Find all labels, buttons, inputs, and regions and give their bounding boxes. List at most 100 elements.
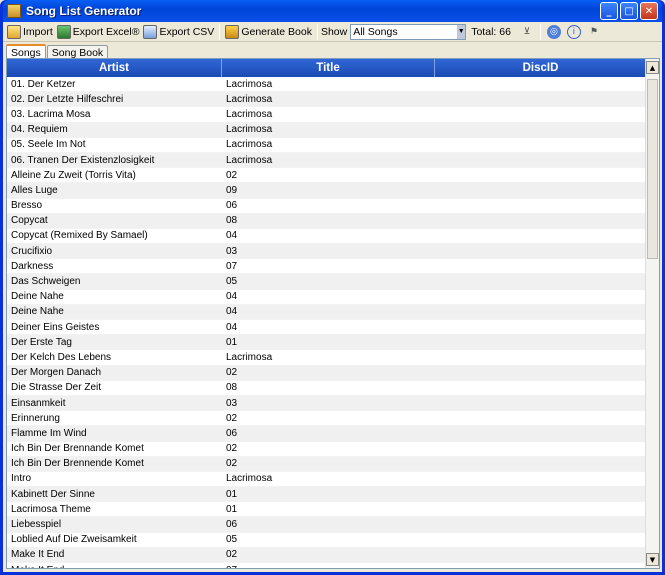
title-cell: 07 <box>226 260 238 272</box>
grid-rows: 01. Der Ketzer Lacrimosa 02. Der Letzte Hi… <box>7 77 648 568</box>
table-row[interactable]: Kabinett Der Sinne 01 <box>7 487 648 503</box>
column-header-title[interactable]: Title <box>222 59 435 77</box>
title-bar[interactable]: Song List Generator _ □ ✕ <box>3 0 662 22</box>
help-icon[interactable]: ⚑ <box>587 25 601 39</box>
scroll-down-button[interactable]: ▼ <box>646 553 659 566</box>
table-row[interactable]: Darkness 07 <box>7 259 648 275</box>
table-row[interactable]: Intro Lacrimosa <box>7 472 648 488</box>
export-csv-label: Export CSV <box>159 25 215 38</box>
artist-cell: Der Erste Tag <box>11 336 72 348</box>
title-cell: 02 <box>226 412 238 424</box>
artist-cell: 02. Der Letzte Hilfeschrei <box>11 93 124 105</box>
table-row[interactable]: 02. Der Letzte Hilfeschrei Lacrimosa <box>7 92 648 108</box>
table-row[interactable]: Deine Nahe 04 <box>7 290 648 305</box>
export-csv-button[interactable]: Export CSV <box>141 23 216 41</box>
window-title: Song List Generator <box>26 4 142 18</box>
table-row[interactable]: Flamme Im Wind 06 <box>7 426 648 442</box>
artist-cell: Liebesspiel <box>11 519 62 531</box>
show-filter-value: All Songs <box>353 25 398 38</box>
filter-clear-icon[interactable]: ⊻ <box>520 25 534 39</box>
table-row[interactable]: 05. Seele Im Not Lacrimosa <box>7 138 648 153</box>
book-icon <box>225 24 240 39</box>
import-button[interactable]: Import <box>5 23 55 41</box>
table-row[interactable]: Deiner Eins Geistes 04 <box>7 320 648 336</box>
table-row[interactable]: Ich Bin Der Brennende Komet 02 <box>7 456 648 472</box>
artist-cell: Bresso <box>11 200 43 212</box>
title-cell: Lacrimosa <box>226 124 273 136</box>
close-button[interactable]: ✕ <box>640 2 658 20</box>
artist-cell: Alleine Zu Zweit (Torris Vita) <box>11 169 136 181</box>
toolbar-separator <box>316 23 318 40</box>
scroll-up-button[interactable]: ▲ <box>646 61 659 74</box>
info-icon[interactable]: i <box>566 24 581 39</box>
title-cell: 07 <box>222 565 435 568</box>
artist-cell: Loblied Auf Die Zweisamkeit <box>11 534 137 546</box>
title-cell: 06 <box>226 200 238 212</box>
table-row[interactable]: Deine Nahe 04 <box>7 304 648 320</box>
table-row[interactable]: 03. Lacrima Mosa Lacrimosa <box>7 107 648 123</box>
title-cell: 02 <box>226 458 238 470</box>
table-row[interactable]: 04. Requiem Lacrimosa <box>7 122 648 138</box>
scroll-thumb[interactable] <box>647 79 658 259</box>
title-cell: 08 <box>226 215 238 227</box>
table-row[interactable]: Das Schweigen 05 <box>7 274 648 290</box>
table-row[interactable]: Erinnerung 02 <box>7 411 648 427</box>
generate-book-button[interactable]: Generate Book <box>223 23 314 41</box>
table-row[interactable]: Make It End 02 <box>7 547 648 563</box>
artist-cell: 03. Lacrima Mosa <box>11 108 91 120</box>
table-row[interactable]: Alles Luge 09 <box>7 183 648 199</box>
table-row[interactable]: Lacrimosa Theme 01 <box>7 502 648 518</box>
table-row[interactable]: Der Erste Tag 01 <box>7 335 648 351</box>
title-cell: 06 <box>226 519 238 531</box>
title-cell: 08 <box>226 382 238 394</box>
table-row[interactable]: Ich Bin Der Brennande Komet 02 <box>7 442 648 457</box>
artist-cell: Darkness <box>11 260 54 272</box>
column-header-artist[interactable]: Artist <box>7 59 222 77</box>
table-row[interactable]: Alleine Zu Zweit (Torris Vita) 02 <box>7 168 648 184</box>
table-row[interactable]: Liebesspiel 06 <box>7 517 648 533</box>
table-row[interactable]: 06. Tranen Der Existenzlosigkeit Lacrimos… <box>7 152 648 169</box>
total-count: Total: 66 <box>471 25 511 38</box>
title-cell: 02 <box>226 367 238 379</box>
table-row[interactable]: Einsanmkeit 03 <box>7 395 648 412</box>
artist-cell: Erinnerung <box>11 412 60 424</box>
column-header-discid[interactable]: DiscID <box>435 59 647 77</box>
artist-cell: Flamme Im Wind <box>11 427 87 439</box>
vertical-scrollbar[interactable]: ▲ ▼ <box>645 59 659 568</box>
table-row[interactable]: Make It End07 <box>7 563 648 568</box>
minimize-button[interactable]: _ <box>600 2 618 20</box>
app-window: Song List Generator _ □ ✕ Import Export … <box>0 0 665 575</box>
table-row[interactable]: Crucifixio 03 <box>7 244 648 260</box>
table-row[interactable]: Der Morgen Danach 02 <box>7 365 648 381</box>
maximize-button[interactable]: □ <box>620 2 638 20</box>
table-row[interactable]: Der Kelch Des Lebens Lacrimosa <box>7 350 648 366</box>
chevron-down-icon[interactable]: ▼ <box>457 24 466 39</box>
excel-icon <box>56 24 71 39</box>
title-cell: Lacrimosa <box>226 351 273 363</box>
title-cell: 05 <box>226 534 238 546</box>
show-filter-select[interactable]: All Songs ▼ <box>350 23 467 40</box>
title-cell: Lacrimosa <box>226 108 273 120</box>
export-excel-button[interactable]: Export Excel® <box>55 23 142 41</box>
client-area: Import Export Excel® Export CSV Generate… <box>3 22 662 572</box>
artist-cell: Deine Nahe <box>11 306 64 318</box>
artist-cell: Lacrimosa Theme <box>11 503 91 515</box>
table-row[interactable]: Bresso 06 <box>7 199 648 214</box>
table-row[interactable]: Loblied Auf Die Zweisamkeit 05 <box>7 533 648 548</box>
settings-icon[interactable]: ◎ <box>546 24 561 39</box>
title-cell: 01 <box>226 336 238 348</box>
table-row[interactable]: Copycat 08 <box>7 213 648 229</box>
export-excel-label: Export Excel® <box>72 25 140 38</box>
table-row[interactable]: Copycat (Remixed By Samael) 04 <box>7 229 648 245</box>
import-label: Import <box>23 25 53 38</box>
generate-book-label: Generate Book <box>241 25 312 38</box>
title-cell: 03 <box>226 245 238 257</box>
title-cell: 09 <box>226 184 238 196</box>
table-row[interactable]: 01. Der Ketzer Lacrimosa <box>7 77 648 93</box>
table-row[interactable]: Die Strasse Der Zeit 08 <box>7 381 648 396</box>
title-cell: Lacrimosa <box>226 154 273 166</box>
show-label: Show <box>320 25 348 38</box>
artist-cell: Einsanmkeit <box>11 397 66 409</box>
toolbar: Import Export Excel® Export CSV Generate… <box>3 22 662 42</box>
artist-cell: Crucifixio <box>11 245 53 257</box>
